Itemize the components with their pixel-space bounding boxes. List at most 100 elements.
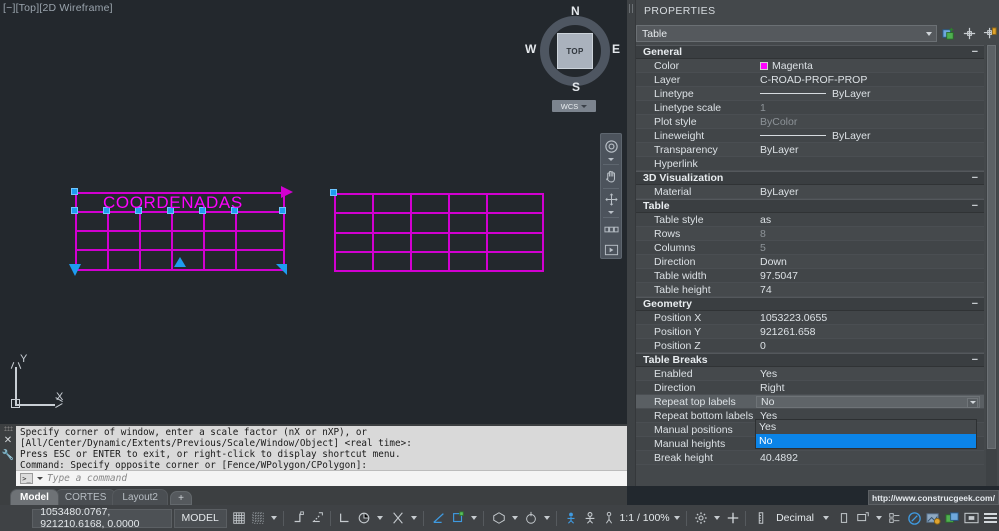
add-layout-button[interactable]: + xyxy=(169,491,192,505)
steering-wheel-icon[interactable] xyxy=(602,138,620,155)
customization-menu-icon[interactable] xyxy=(981,509,999,528)
property-category-table-breaks[interactable]: Table Breaks − xyxy=(636,353,984,367)
grip-arrow-up[interactable] xyxy=(174,257,186,267)
grip-arrow-right[interactable] xyxy=(281,186,293,198)
snap-mode-icon[interactable] xyxy=(249,509,267,528)
collapse-toggle-icon[interactable]: − xyxy=(972,172,978,184)
value-dropdown-list[interactable]: Yes No xyxy=(755,419,977,449)
panel-grip-icon[interactable] xyxy=(629,4,633,13)
chevron-down-icon[interactable] xyxy=(608,211,614,215)
coordinate-system-dropdown[interactable]: WCS xyxy=(552,100,596,112)
dropdown-option[interactable]: Yes xyxy=(756,420,976,434)
property-row[interactable]: Linetype scale 1 xyxy=(636,101,984,115)
grid-display-icon[interactable] xyxy=(230,509,248,528)
3d-object-snap-icon[interactable] xyxy=(490,509,508,528)
dropdown-toggle-button[interactable] xyxy=(967,397,978,408)
scrollbar-thumb[interactable] xyxy=(987,45,996,449)
property-value[interactable]: 8 xyxy=(756,228,984,240)
property-row[interactable]: Layer C-ROAD-PROF-PROP xyxy=(636,73,984,87)
property-row[interactable]: Lineweight ByLayer xyxy=(636,129,984,143)
collapse-toggle-icon[interactable]: − xyxy=(972,354,978,366)
annotation-scale-person-icon[interactable] xyxy=(600,509,618,528)
chevron-down-icon[interactable] xyxy=(876,516,883,520)
ortho-mode-icon[interactable] xyxy=(290,509,308,528)
property-row[interactable]: Linetype ByLayer xyxy=(636,87,984,101)
osnap-group[interactable] xyxy=(336,509,386,528)
property-value[interactable]: Down xyxy=(756,256,984,268)
add-toolbar-icon[interactable] xyxy=(724,509,742,528)
dropdown-option[interactable]: No xyxy=(756,434,976,448)
grip-handle[interactable] xyxy=(71,207,78,214)
object-snap-tracking-icon[interactable] xyxy=(355,509,373,528)
property-value[interactable]: 1053223.0655 xyxy=(756,312,984,324)
chevron-down-icon[interactable] xyxy=(37,477,43,480)
chevron-down-icon[interactable] xyxy=(823,516,830,520)
layout-tab-cortes[interactable]: CORTES xyxy=(54,489,117,505)
table-object-second[interactable] xyxy=(330,189,544,272)
properties-panel[interactable]: PROPERTIES Table General − Color Magenta Lay… xyxy=(627,0,999,486)
property-value[interactable]: ByLayer xyxy=(756,186,984,198)
snap-grid-group[interactable] xyxy=(230,509,280,528)
layout-tab-bar[interactable]: Model CORTES Layout2 + xyxy=(0,486,627,505)
properties-object-row[interactable]: Table xyxy=(636,24,999,43)
compass-south-label[interactable]: S xyxy=(572,80,580,94)
command-input-placeholder[interactable]: Type a command xyxy=(47,473,127,484)
navigation-bar[interactable] xyxy=(600,133,622,259)
command-input-row[interactable]: >_ Type a command xyxy=(16,470,627,486)
quick-select-icon[interactable] xyxy=(941,25,958,42)
transparency-group[interactable] xyxy=(490,509,553,528)
property-value[interactable]: ByColor xyxy=(756,116,984,128)
layout-tab-model[interactable]: Model xyxy=(10,489,59,505)
chevron-down-icon[interactable] xyxy=(543,516,550,520)
compass-west-label[interactable]: W xyxy=(525,42,536,56)
gear-icon[interactable] xyxy=(692,509,710,528)
grip-handle[interactable] xyxy=(279,207,286,214)
share-design-icon[interactable] xyxy=(943,509,961,528)
chevron-down-icon[interactable] xyxy=(673,516,680,520)
object-type-select[interactable]: Table xyxy=(636,25,937,42)
units-group[interactable]: Decimal xyxy=(752,509,832,528)
property-row[interactable]: Table height 74 xyxy=(636,283,984,297)
chevron-down-icon[interactable] xyxy=(411,516,418,520)
table-object-selected[interactable]: COORDENADAS xyxy=(69,186,293,276)
property-row[interactable]: Material ByLayer xyxy=(636,185,984,199)
annotation-visibility-icon[interactable] xyxy=(562,509,580,528)
chevron-down-icon[interactable] xyxy=(608,157,614,161)
property-row[interactable]: Hyperlink xyxy=(636,157,984,171)
property-value[interactable]: 40.4892 xyxy=(756,452,984,464)
grip-arrow-down[interactable] xyxy=(69,264,81,276)
showmotion-play-icon[interactable] xyxy=(602,241,620,258)
property-value[interactable]: Right xyxy=(756,382,984,394)
property-category-general[interactable]: General − xyxy=(636,45,984,59)
chevron-down-icon[interactable] xyxy=(270,516,277,520)
command-line-panel[interactable]: ✕ 🔧 Specify corner of window, enter a sc… xyxy=(0,424,627,486)
autoscale-annotation-icon[interactable] xyxy=(581,509,599,528)
status-bar[interactable]: 1053480.0767, 921210.6168, 0.0000 MODEL xyxy=(0,505,999,531)
showmotion-thumbnails-icon[interactable] xyxy=(602,221,620,238)
property-row[interactable]: Break height 40.4892 xyxy=(636,451,984,465)
property-value[interactable]: 97.5047 xyxy=(756,270,984,282)
property-category-geometry[interactable]: Geometry − xyxy=(636,297,984,311)
units-label[interactable]: Decimal xyxy=(771,512,819,524)
dynamic-input-group[interactable] xyxy=(430,509,480,528)
viewcube-top-face[interactable]: TOP xyxy=(557,33,593,69)
close-icon[interactable]: ✕ xyxy=(4,436,12,446)
property-value[interactable]: 921261.658 xyxy=(756,326,984,338)
collapse-toggle-icon[interactable]: − xyxy=(972,200,978,212)
property-row[interactable]: Transparency ByLayer xyxy=(636,143,984,157)
toggle-pickadd-icon[interactable] xyxy=(961,25,978,42)
workspace-group[interactable] xyxy=(692,509,742,528)
collapse-toggle-icon[interactable]: − xyxy=(972,298,978,310)
property-value[interactable]: Magenta xyxy=(756,60,984,72)
property-row[interactable]: Plot style ByColor xyxy=(636,115,984,129)
ortho-polar-group[interactable] xyxy=(290,509,327,528)
dynamic-input-icon[interactable] xyxy=(430,509,448,528)
chevron-down-icon[interactable] xyxy=(511,516,518,520)
command-prompt-icon[interactable]: >_ xyxy=(20,473,33,484)
dynamic-ucs-icon[interactable] xyxy=(389,509,407,528)
property-value[interactable]: No xyxy=(756,395,980,408)
orbit-icon[interactable] xyxy=(602,192,620,209)
property-value[interactable]: 0 xyxy=(756,340,984,352)
lineweight-display-icon[interactable] xyxy=(449,509,467,528)
property-value[interactable]: ByLayer xyxy=(756,88,984,100)
